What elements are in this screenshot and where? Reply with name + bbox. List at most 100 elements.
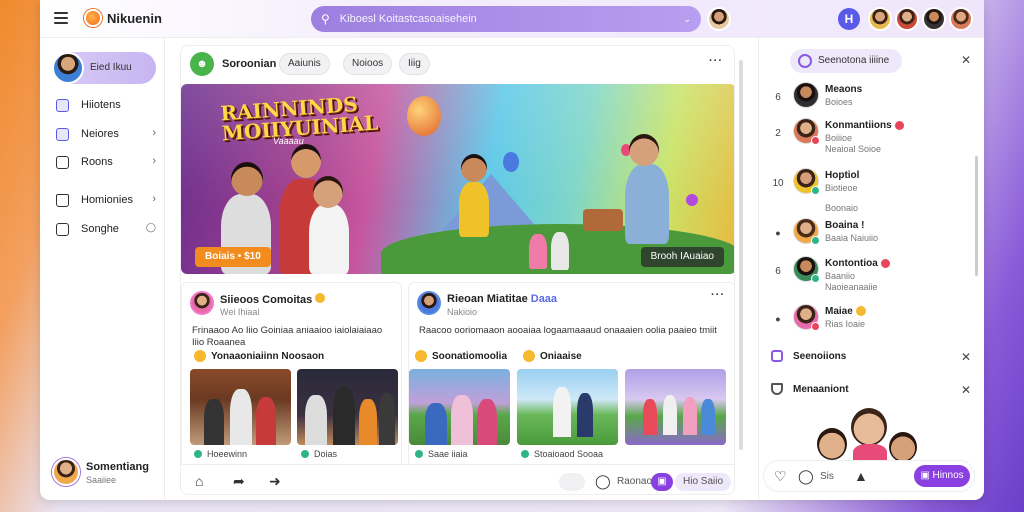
sidebar-item-label: Homionies: [81, 194, 133, 206]
chevron-right-icon: ›: [152, 193, 156, 205]
status-dot-icon: [194, 450, 202, 458]
music-icon: [56, 222, 69, 236]
contact-detail: Neaioal Soioe: [825, 144, 882, 154]
sidebar-item-home[interactable]: Hiiotens: [56, 95, 156, 115]
star-icon: [415, 350, 427, 362]
contact-index: 6: [775, 266, 781, 277]
contact-item[interactable]: 6 Meaons Boioes: [771, 82, 971, 116]
current-user[interactable]: Somentiang Saaiiee: [52, 458, 162, 490]
square-icon: [56, 155, 69, 169]
shield-icon: [771, 383, 783, 395]
search-bar[interactable]: ⚲ Kiboesl Koitastcasoaisehein ⌄: [311, 6, 701, 32]
feed-scrollbar[interactable]: [739, 60, 743, 450]
home-icon[interactable]: ⌂: [195, 474, 209, 488]
post-photo[interactable]: [517, 369, 618, 445]
hero-banner[interactable]: RAINNINDS MOIIYUINIAL Vaaaau Boiais • $10…: [181, 84, 734, 274]
close-icon[interactable]: ✕: [961, 53, 971, 67]
status-dot-icon: [811, 236, 820, 245]
hero-person-head: [461, 154, 487, 182]
toggle-button[interactable]: [559, 473, 585, 491]
sidebar-item-homes[interactable]: Homionies ›: [56, 190, 156, 210]
photo-label: Saae iiaia: [415, 449, 468, 459]
sidebar-item-songs[interactable]: Songhe ◯: [56, 219, 156, 239]
close-icon[interactable]: ✕: [961, 383, 971, 397]
account-badge[interactable]: H: [838, 8, 860, 30]
post-tag: Yonaaoniaiinn Noosaon: [194, 349, 324, 363]
photo-person: [701, 399, 715, 435]
contact-item[interactable]: 10 Hoptiol Biotieoe Boonaio: [771, 168, 971, 213]
post-subtitle: Wei Ihiaal: [220, 307, 260, 317]
sidebar-item-rooms[interactable]: Roons ›: [56, 152, 156, 172]
contact-item[interactable]: ● Maiae Rias Ioaie: [771, 304, 971, 338]
app-logo-icon: [84, 9, 102, 27]
contact-item[interactable]: ● Boaina ! Baaia Naiuiio: [771, 218, 971, 252]
comment-icon[interactable]: ◯: [798, 469, 814, 483]
avatar[interactable]: [949, 7, 973, 31]
hio-button[interactable]: Hio Saiio: [675, 473, 732, 491]
more-options-icon[interactable]: ···: [711, 289, 725, 301]
photo-label-text: Saae iiaia: [428, 449, 468, 459]
section-header[interactable]: Seenoiions: [771, 348, 971, 368]
chip-filter-1[interactable]: Aaiunis: [279, 53, 330, 75]
heart-icon[interactable]: ♡: [774, 469, 788, 483]
post-body: Raacoo ooriomaaon aooaiaa logaamaaaud on…: [419, 325, 717, 336]
profile-pill[interactable]: Eied Ikuu: [52, 52, 156, 84]
send-button[interactable]: ▣ Hinnos: [914, 465, 970, 487]
photo-label-text: Doias: [314, 449, 338, 459]
chip-filter-2[interactable]: Noioos: [343, 53, 393, 75]
thumbs-up-icon: [56, 98, 69, 112]
avatar: [417, 291, 441, 315]
sidebar-item-news[interactable]: Neiores ›: [56, 124, 156, 144]
status-dot-icon: [811, 322, 820, 331]
chip-filter-3[interactable]: Iiig: [399, 53, 430, 75]
avatar[interactable]: [868, 7, 892, 31]
photo-label: Hoeewinn: [194, 449, 247, 459]
forward-icon[interactable]: ➜: [269, 474, 283, 488]
avatar[interactable]: [922, 7, 946, 31]
contacts-scrollbar[interactable]: [975, 156, 978, 276]
post-photo[interactable]: [625, 369, 726, 445]
composer-label[interactable]: Sis: [820, 471, 834, 482]
photo-person: [643, 399, 657, 435]
post-photo[interactable]: [190, 369, 291, 445]
post-photo[interactable]: [297, 369, 398, 445]
search-avatar[interactable]: [707, 7, 731, 31]
contact-item[interactable]: 6 Kontontioa Baaniio Naoieanaaiie: [771, 256, 971, 292]
photo-label-text: Stoaioaod Sooaa: [534, 449, 604, 459]
send-button-label: Hinnos: [932, 470, 964, 481]
post-subtitle: Nakioio: [447, 307, 478, 317]
group-logo-icon: ☻: [190, 52, 214, 76]
hero-person: [529, 234, 547, 269]
hero-price-button[interactable]: Boiais • $10: [195, 247, 271, 267]
panel-header-pill[interactable]: Seenotona iiiine: [790, 49, 902, 73]
post-card[interactable]: Rieoan Miatitae Daaa Nakioio ··· Raacoo …: [408, 282, 734, 472]
photo-person: [425, 403, 447, 445]
post-author: Rieoan Miatitae Daaa: [447, 293, 557, 305]
profile-label: Eied Ikuu: [90, 62, 132, 73]
hero-cta-button[interactable]: Brooh IAuaiao: [640, 247, 724, 267]
contact-index: 2: [775, 128, 781, 139]
like-icon[interactable]: ▲: [854, 469, 868, 483]
balloon-icon: [407, 96, 441, 136]
share-icon[interactable]: ➦: [233, 474, 247, 488]
search-icon: ⚲: [321, 12, 330, 26]
save-icon[interactable]: ▣: [651, 473, 673, 491]
contact-status: Baaniio: [825, 271, 856, 281]
chevron-down-icon[interactable]: ⌄: [683, 14, 691, 25]
avatar[interactable]: [895, 7, 919, 31]
contact-name-text: Maiae: [825, 306, 853, 317]
post-photo[interactable]: [409, 369, 510, 445]
post-card[interactable]: Siieoos Comoitas Wei Ihiaal Frinaaoo Ao …: [181, 282, 402, 472]
search-input[interactable]: Kiboesl Koitastcasoaisehein: [340, 13, 684, 25]
contact-item[interactable]: 2 Konmantiions Boiiioe Neaioal Soioe: [771, 118, 971, 154]
close-icon[interactable]: ✕: [961, 350, 971, 364]
status-dot-icon: [415, 450, 423, 458]
menu-icon[interactable]: [54, 12, 68, 24]
tag-icon[interactable]: ◯: [595, 474, 611, 488]
more-options-icon[interactable]: ···: [709, 55, 723, 67]
photo-person: [451, 395, 473, 445]
contacts-panel: Seenotona iiiine ✕ 6 Meaons Boioes 2 Kon…: [758, 38, 984, 500]
hero-person: [309, 204, 349, 274]
avatar: [793, 82, 819, 108]
kids-illustration: [817, 398, 927, 468]
